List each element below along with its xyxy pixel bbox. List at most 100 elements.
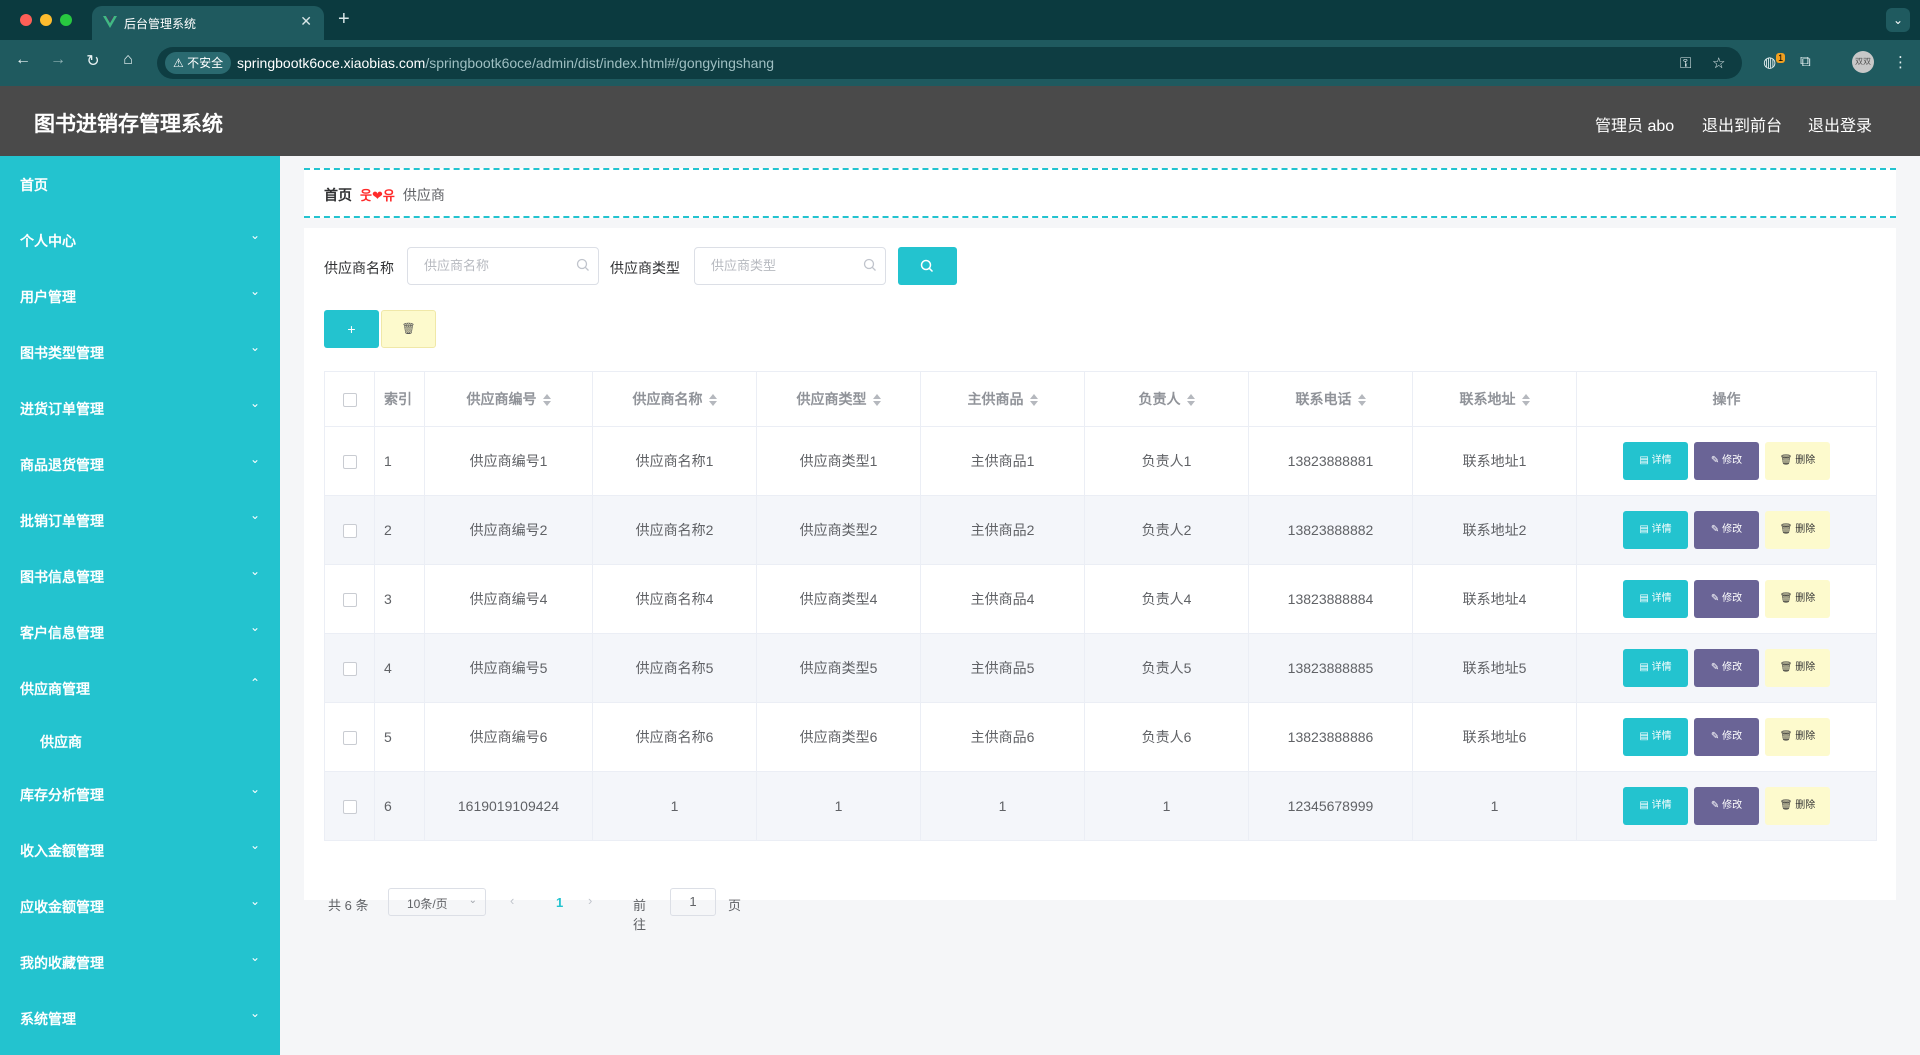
sidebar-item-book-types[interactable]: 图书类型管理 ⌄	[0, 324, 280, 380]
col-supplier-type[interactable]: 供应商类型	[756, 371, 921, 427]
key-icon[interactable]: ⚿	[1680, 55, 1691, 72]
table-row[interactable]: 1 供应商编号1 供应商名称1 供应商类型1 主供商品1 负责人1 13823888881 联…	[324, 426, 1877, 496]
sort-icon[interactable]	[542, 394, 551, 407]
tab-close-icon[interactable]: ✕	[300, 13, 312, 30]
edit-button[interactable]: ✎ 修改	[1694, 442, 1759, 480]
sidebar-item-profile[interactable]: 个人中心 ⌄	[0, 212, 280, 268]
new-tab-button[interactable]: +	[338, 8, 350, 31]
row-checkbox[interactable]	[342, 662, 357, 677]
sidebar-item-customers[interactable]: 客户信息管理 ⌄	[0, 604, 280, 660]
reload-icon[interactable]: ↻	[82, 51, 104, 71]
delete-button[interactable]: 🗑 删除	[1765, 442, 1830, 480]
batch-delete-button[interactable]: 🗑	[381, 310, 436, 348]
sidebar-item-purchase-orders[interactable]: 进货订单管理 ⌄	[0, 380, 280, 436]
delete-button[interactable]: 🗑 删除	[1765, 580, 1830, 618]
browser-tab[interactable]: 后台管理系统 ✕	[92, 6, 324, 40]
detail-button[interactable]: ▤ 详情	[1623, 649, 1688, 687]
extension-icon[interactable]: ◍ 1	[1763, 53, 1786, 71]
supplier-type-field[interactable]	[694, 247, 886, 285]
logout-link[interactable]: 退出登录	[1808, 112, 1872, 136]
col-supplier-name[interactable]: 供应商名称	[592, 371, 757, 427]
sort-icon[interactable]	[1357, 394, 1366, 407]
col-contact-person[interactable]: 负责人	[1084, 371, 1249, 427]
table-row[interactable]: 3 供应商编号4 供应商名称4 供应商类型4 主供商品4 负责人4 13823888884 联…	[324, 564, 1877, 634]
table-row[interactable]: 6 1619019109424 1 1 1 1 12345678999 1 ▤ 详情 ✎ 修改 🗑 …	[324, 771, 1877, 841]
sidebar-item-inventory[interactable]: 库存分析管理 ⌄	[0, 766, 280, 822]
bookmark-star-icon[interactable]: ☆	[1712, 54, 1725, 72]
sidebar-item-income[interactable]: 收入金额管理 ⌄	[0, 822, 280, 878]
col-address[interactable]: 联系地址	[1412, 371, 1577, 427]
detail-button[interactable]: ▤ 详情	[1623, 442, 1688, 480]
detail-button[interactable]: ▤ 详情	[1623, 787, 1688, 825]
window-minimize-dot[interactable]	[40, 14, 52, 26]
select-all-cell[interactable]	[324, 371, 375, 427]
more-menu-icon[interactable]: ⋮	[1893, 53, 1908, 71]
sidebar-item-wholesale-orders[interactable]: 批销订单管理 ⌄	[0, 492, 280, 548]
search-button[interactable]	[898, 247, 957, 285]
row-checkbox[interactable]	[342, 524, 357, 539]
page-number-current[interactable]: 1	[556, 895, 563, 910]
row-checkbox[interactable]	[342, 593, 357, 608]
window-zoom-dot[interactable]	[60, 14, 72, 26]
col-main-product[interactable]: 主供商品	[920, 371, 1085, 427]
prev-page-icon[interactable]: ‹	[510, 893, 514, 908]
supplier-name-input[interactable]	[422, 257, 576, 274]
sidebar-item-home[interactable]: 首页	[0, 156, 280, 212]
forward-icon[interactable]: →	[47, 51, 69, 69]
row-checkbox[interactable]	[342, 455, 357, 470]
sort-icon[interactable]	[1029, 394, 1038, 407]
profile-avatar[interactable]: 双双	[1852, 51, 1874, 73]
sidebar-item-users[interactable]: 用户管理 ⌄	[0, 268, 280, 324]
detail-button[interactable]: ▤ 详情	[1623, 511, 1688, 549]
exit-to-front-link[interactable]: 退出到前台	[1702, 112, 1782, 136]
table-row[interactable]: 2 供应商编号2 供应商名称2 供应商类型2 主供商品2 负责人2 13823888882 联…	[324, 495, 1877, 565]
edit-button[interactable]: ✎ 修改	[1694, 649, 1759, 687]
delete-button[interactable]: 🗑 删除	[1765, 511, 1830, 549]
delete-button[interactable]: 🗑 删除	[1765, 718, 1830, 756]
supplier-name-field[interactable]	[407, 247, 599, 285]
page-jump-input[interactable]: 1	[670, 888, 716, 916]
edit-button[interactable]: ✎ 修改	[1694, 718, 1759, 756]
puzzle-icon[interactable]: ⧉	[1800, 53, 1811, 70]
add-button[interactable]: +	[324, 310, 379, 348]
row-checkbox[interactable]	[342, 731, 357, 746]
edit-button[interactable]: ✎ 修改	[1694, 511, 1759, 549]
page-size-select[interactable]: 10条/页 ⌄	[388, 888, 486, 916]
sort-icon[interactable]	[1186, 394, 1195, 407]
detail-button[interactable]: ▤ 详情	[1623, 718, 1688, 756]
window-close-dot[interactable]	[20, 14, 32, 26]
url-text[interactable]: springbootk6oce.xiaobias.com/springbootk…	[237, 55, 774, 71]
row-select-cell[interactable]	[324, 564, 375, 634]
breadcrumb-home[interactable]: 首页	[324, 187, 352, 203]
row-select-cell[interactable]	[324, 633, 375, 703]
tab-search-icon[interactable]: ⌄	[1886, 8, 1910, 32]
sidebar-item-suppliers[interactable]: 供应商管理 ⌃	[0, 660, 280, 716]
sort-icon[interactable]	[1521, 394, 1530, 407]
row-select-cell[interactable]	[324, 426, 375, 496]
col-phone[interactable]: 联系电话	[1248, 371, 1413, 427]
sort-icon[interactable]	[708, 394, 717, 407]
sort-icon[interactable]	[872, 394, 881, 407]
col-supplier-code[interactable]: 供应商编号	[424, 371, 593, 427]
delete-button[interactable]: 🗑 删除	[1765, 649, 1830, 687]
edit-button[interactable]: ✎ 修改	[1694, 580, 1759, 618]
supplier-type-input[interactable]	[709, 257, 863, 274]
row-select-cell[interactable]	[324, 771, 375, 841]
sidebar-item-receivables[interactable]: 应收金额管理 ⌄	[0, 878, 280, 934]
insecure-badge[interactable]: ⚠ 不安全	[165, 52, 232, 74]
sidebar-item-favorites[interactable]: 我的收藏管理 ⌄	[0, 934, 280, 990]
address-bar[interactable]: ⚠ 不安全 springbootk6oce.xiaobias.com/sprin…	[157, 47, 1742, 79]
select-all-checkbox[interactable]	[342, 393, 357, 408]
detail-button[interactable]: ▤ 详情	[1623, 580, 1688, 618]
sidebar-item-system[interactable]: 系统管理 ⌄	[0, 990, 280, 1046]
row-select-cell[interactable]	[324, 702, 375, 772]
row-select-cell[interactable]	[324, 495, 375, 565]
next-page-icon[interactable]: ›	[588, 893, 592, 908]
home-icon[interactable]: ⌂	[117, 51, 139, 69]
table-row[interactable]: 5 供应商编号6 供应商名称6 供应商类型6 主供商品6 负责人6 13823888886 联…	[324, 702, 1877, 772]
sidebar-subitem-supplier[interactable]: 供应商	[0, 716, 280, 766]
sidebar-item-books[interactable]: 图书信息管理 ⌄	[0, 548, 280, 604]
back-icon[interactable]: ←	[12, 51, 34, 69]
row-checkbox[interactable]	[342, 800, 357, 815]
delete-button[interactable]: 🗑 删除	[1765, 787, 1830, 825]
